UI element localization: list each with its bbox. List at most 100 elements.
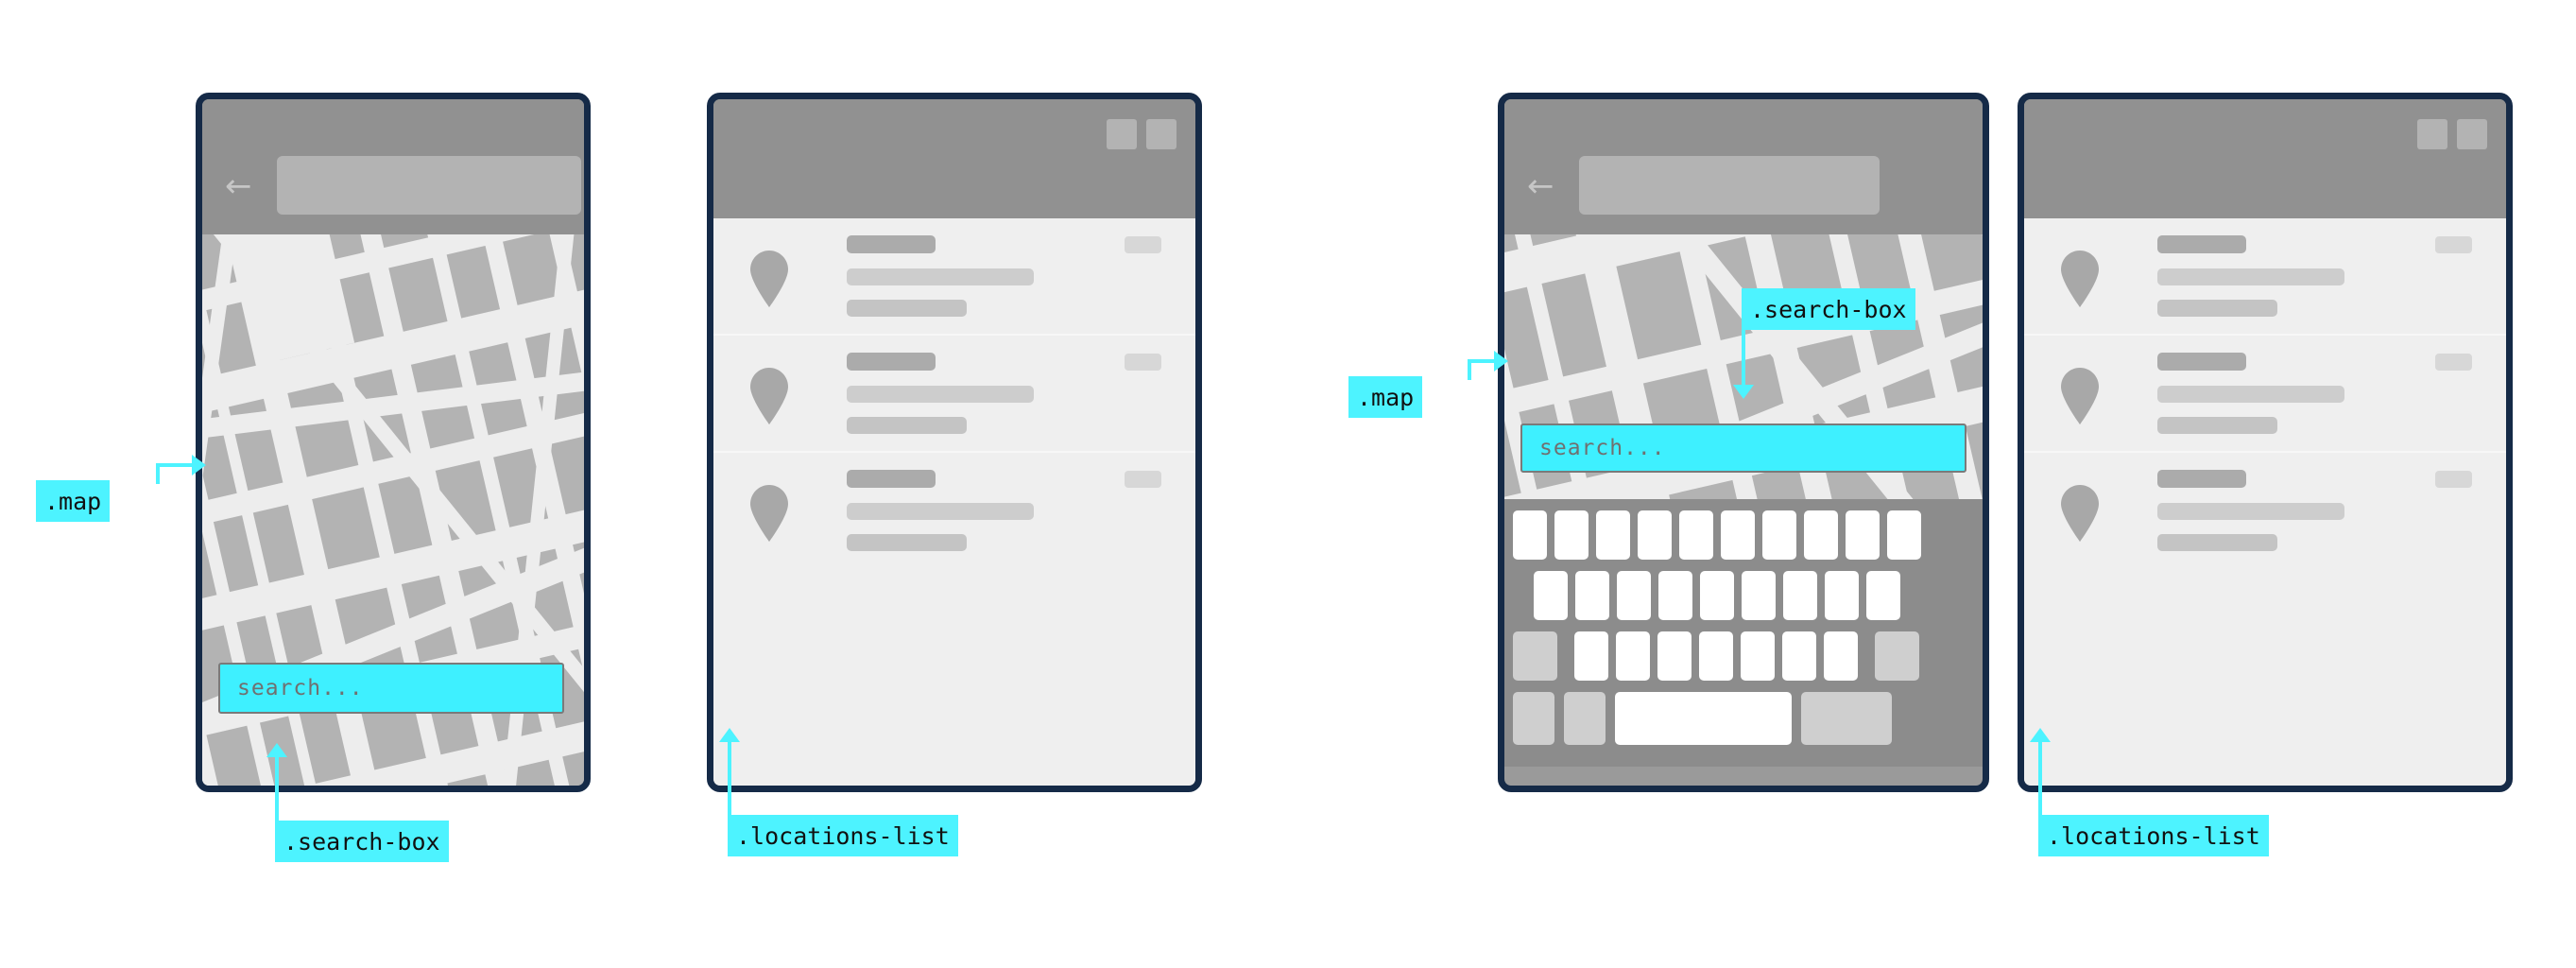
callout-map: .map: [1348, 376, 1423, 418]
map-phone-collapsed: ← search...: [196, 93, 591, 792]
callout-locations-list-arrowhead: [2030, 728, 2051, 742]
keyboard-key[interactable]: [1617, 571, 1651, 620]
keyboard-key[interactable]: [1554, 510, 1589, 560]
locations-list[interactable]: [713, 218, 1195, 786]
keyboard-key[interactable]: [1657, 631, 1692, 681]
list-item-line-1: [847, 503, 1034, 520]
keyboard-key[interactable]: [1866, 571, 1900, 620]
map-pin-icon: [749, 367, 789, 425]
map-pin-icon: [749, 484, 789, 543]
list-item-line-2: [2157, 300, 2277, 317]
keyboard-key[interactable]: [1658, 571, 1692, 620]
list-item-badge: [1125, 471, 1161, 488]
keyboard-key[interactable]: [1804, 510, 1838, 560]
list-item-badge: [2435, 354, 2472, 371]
list-item[interactable]: [2024, 453, 2506, 568]
list-item-badge: [1125, 236, 1161, 253]
list-item-line-1: [2157, 503, 2344, 520]
list-item-badge: [2435, 236, 2472, 253]
on-screen-keyboard[interactable]: [1504, 499, 1983, 767]
locations-list-header: [713, 99, 1195, 218]
back-arrow-icon[interactable]: ←: [1527, 170, 1554, 202]
keyboard-key[interactable]: [1762, 510, 1796, 560]
search-box[interactable]: search...: [1520, 424, 1966, 473]
list-item-title: [847, 470, 936, 488]
keyboard-key[interactable]: [1513, 510, 1547, 560]
keyboard-key[interactable]: [1721, 510, 1755, 560]
keyboard-key[interactable]: [1596, 510, 1630, 560]
callout-search-box: .search-box: [1742, 288, 1915, 330]
keyboard-key[interactable]: [1741, 631, 1775, 681]
keyboard-key[interactable]: [1783, 571, 1817, 620]
list-item-line-1: [847, 386, 1034, 403]
list-item[interactable]: [713, 336, 1195, 451]
back-arrow-icon[interactable]: ←: [225, 170, 252, 202]
keyboard-key[interactable]: [1679, 510, 1713, 560]
keyboard-row-3: [1513, 631, 1919, 681]
keyboard-key[interactable]: [1825, 571, 1859, 620]
list-item-line-2: [2157, 417, 2277, 434]
callout-search-box-leader: [275, 756, 279, 822]
callout-map-label: .map: [44, 487, 102, 515]
callout-map-label: .map: [1357, 383, 1415, 411]
keyboard-key[interactable]: [1782, 631, 1816, 681]
callout-locations-list: .locations-list: [2038, 815, 2269, 856]
list-item[interactable]: [2024, 218, 2506, 334]
callout-map: .map: [36, 480, 111, 522]
keyboard-row-2: [1534, 571, 1900, 620]
keyboard-symbols-key[interactable]: [1513, 692, 1554, 745]
list-item-title: [847, 353, 936, 371]
callout-search-box-label: .search-box: [283, 827, 440, 856]
keyboard-shift-key[interactable]: [1513, 631, 1557, 681]
keyboard-key[interactable]: [1846, 510, 1880, 560]
header-button-1[interactable]: [2417, 119, 2447, 149]
list-item-line-2: [847, 417, 967, 434]
callout-locations-list-leader: [728, 741, 731, 817]
keyboard-key[interactable]: [1574, 631, 1608, 681]
callout-locations-list-leader: [2038, 741, 2042, 817]
list-item-line-2: [2157, 534, 2277, 551]
keyboard-emoji-key[interactable]: [1564, 692, 1606, 745]
keyboard-key[interactable]: [1700, 571, 1734, 620]
list-item-badge: [1125, 354, 1161, 371]
callout-search-box-arrowhead: [266, 743, 287, 757]
callout-map-leader-h: [156, 463, 194, 467]
list-item-title: [2157, 235, 2246, 253]
locations-list-phone: [2018, 93, 2513, 792]
locations-list[interactable]: [2024, 218, 2506, 786]
callout-map-arrowhead: [192, 455, 206, 475]
list-item[interactable]: [713, 453, 1195, 568]
callout-search-box-label: .search-box: [1750, 295, 1907, 323]
keyboard-key[interactable]: [1887, 510, 1921, 560]
map-pin-icon: [2060, 250, 2100, 308]
topbar-search-field[interactable]: [277, 156, 581, 215]
list-item-line-2: [847, 534, 967, 551]
list-item-line-1: [2157, 386, 2344, 403]
keyboard-key[interactable]: [1534, 571, 1568, 620]
header-button-2[interactable]: [1146, 119, 1176, 149]
header-button-1[interactable]: [1107, 119, 1137, 149]
keyboard-enter-key[interactable]: [1801, 692, 1892, 745]
search-box-placeholder: search...: [1539, 436, 1666, 460]
map-pin-icon: [749, 250, 789, 308]
keyboard-key[interactable]: [1824, 631, 1858, 681]
list-item-line-1: [847, 268, 1034, 285]
search-box[interactable]: search...: [218, 663, 564, 714]
keyboard-key[interactable]: [1575, 571, 1609, 620]
keyboard-key[interactable]: [1638, 510, 1672, 560]
list-item[interactable]: [2024, 336, 2506, 451]
topbar-search-field[interactable]: [1579, 156, 1880, 215]
keyboard-key[interactable]: [1699, 631, 1733, 681]
callout-locations-list-label: .locations-list: [2047, 821, 2260, 850]
keyboard-spacebar[interactable]: [1615, 692, 1792, 745]
keyboard-backspace-key[interactable]: [1875, 631, 1919, 681]
map-pin-icon: [2060, 484, 2100, 543]
map-phone-keyboard-open: ← search...: [1498, 93, 1989, 792]
list-item-badge: [2435, 471, 2472, 488]
keyboard-key[interactable]: [1616, 631, 1650, 681]
locations-list-header: [2024, 99, 2506, 218]
keyboard-key[interactable]: [1742, 571, 1776, 620]
callout-locations-list-arrowhead: [719, 728, 740, 742]
header-button-2[interactable]: [2457, 119, 2487, 149]
list-item[interactable]: [713, 218, 1195, 334]
